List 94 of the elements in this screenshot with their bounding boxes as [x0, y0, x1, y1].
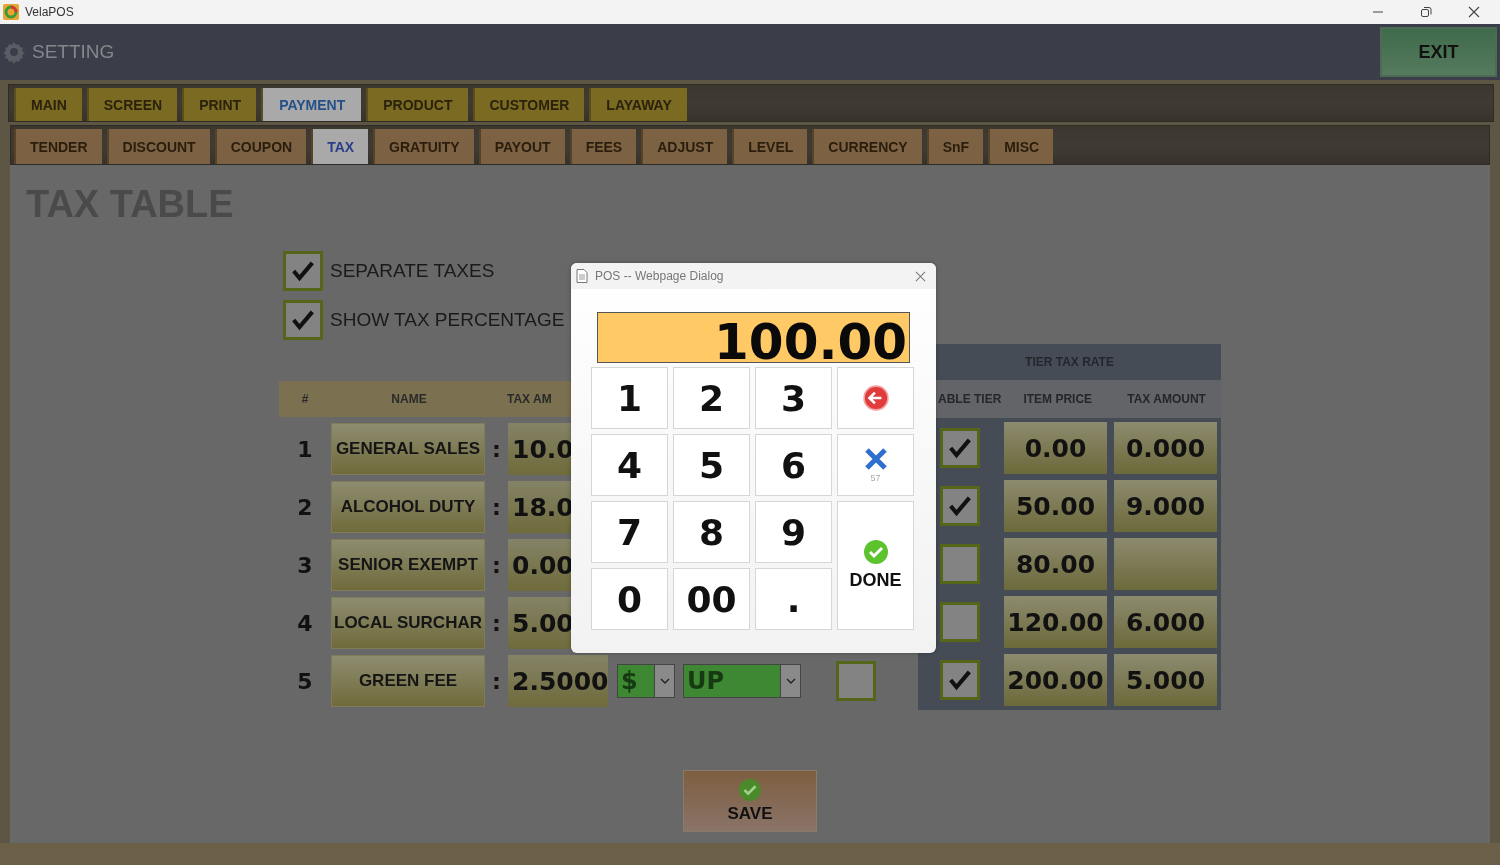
caret-icon	[785, 678, 796, 684]
separator: :	[491, 668, 502, 694]
tax-amount-field[interactable]: 5.000	[1114, 654, 1217, 706]
sub-tab[interactable]: LEVEL	[732, 129, 808, 164]
tax-name-button[interactable]: LOCAL SURCHAR	[331, 597, 485, 649]
sub-tab[interactable]: PAYOUT	[478, 129, 565, 164]
item-price-field[interactable]: 50.00	[1004, 480, 1107, 532]
item-price-field[interactable]: 200.00	[1004, 654, 1107, 706]
restore-icon[interactable]	[1420, 6, 1432, 18]
separator: :	[491, 436, 502, 462]
checkbox[interactable]	[940, 544, 980, 584]
checkbox[interactable]	[940, 602, 980, 642]
main-tab[interactable]: PRINT	[182, 88, 257, 121]
sub-tab[interactable]: COUPON	[214, 129, 307, 164]
done-key[interactable]: DONE	[837, 501, 914, 630]
unit-dropdown[interactable]: $	[617, 664, 675, 698]
column-header: #	[300, 392, 310, 406]
checkbox[interactable]	[940, 428, 980, 468]
screen-title: SETTING	[32, 41, 115, 63]
sub-tab[interactable]: TAX	[311, 129, 369, 164]
item-price-field[interactable]: 80.00	[1004, 538, 1107, 590]
sub-tab[interactable]: CURRENCY	[812, 129, 922, 164]
save-button[interactable]: SAVE	[683, 770, 817, 832]
sub-tab[interactable]: GRATUITY	[373, 129, 474, 164]
main-tab[interactable]: LAYAWAY	[589, 88, 687, 121]
dialog-title: POS -- Webpage Dialog	[595, 269, 724, 283]
backspace-key[interactable]	[837, 367, 914, 429]
tax-amount-field[interactable]: 2.5000	[508, 655, 608, 707]
amount-display: 100.00	[597, 312, 910, 363]
row-number: 4	[296, 610, 314, 636]
sub-tab[interactable]: DISCOUNT	[106, 129, 210, 164]
tax-amount-field[interactable]: 9.000	[1114, 480, 1217, 532]
main-tab[interactable]: CUSTOMER	[472, 88, 585, 121]
keypad-key[interactable]: 9	[755, 501, 832, 563]
check-circle-icon	[863, 540, 888, 564]
row-number: 1	[296, 436, 314, 462]
key-caption: 57	[870, 473, 881, 483]
item-price-field[interactable]: 120.00	[1004, 596, 1107, 648]
sub-tab[interactable]: TENDER	[14, 129, 102, 164]
option-label: SEPARATE TAXES	[330, 260, 495, 282]
tax-name-button[interactable]: GENERAL SALES	[331, 423, 485, 475]
exit-button[interactable]: EXIT	[1380, 27, 1497, 77]
close-icon[interactable]	[1468, 6, 1480, 18]
keypad-key[interactable]: 7	[591, 501, 668, 563]
keypad-key[interactable]: 2	[673, 367, 750, 429]
tax-name-button[interactable]: ALCOHOL DUTY	[331, 481, 485, 533]
main-tab[interactable]: MAIN	[14, 88, 82, 121]
keypad-key[interactable]: 00	[673, 568, 750, 630]
keypad-key[interactable]: 1	[591, 367, 668, 429]
keypad-key[interactable]: 5	[673, 434, 750, 496]
column-header: TAX AMOUNT	[1126, 392, 1207, 406]
keypad-key[interactable]: 4	[591, 434, 668, 496]
column-header: NAME	[390, 392, 428, 406]
item-price-field[interactable]: 0.00	[1004, 422, 1107, 474]
sub-tab[interactable]: SnF	[926, 129, 984, 164]
checkbox[interactable]	[940, 660, 980, 700]
tax-amount-field[interactable]: 0.000	[1114, 422, 1217, 474]
keypad-key[interactable]: 3	[755, 367, 832, 429]
column-header: TAX AM	[507, 392, 552, 406]
sub-tab[interactable]: ADJUST	[641, 129, 728, 164]
keypad-key[interactable]: 8	[673, 501, 750, 563]
separator: :	[491, 610, 502, 636]
sub-tab[interactable]: MISC	[988, 129, 1054, 164]
rounding-dropdown[interactable]: UP	[683, 664, 801, 698]
main-tab[interactable]: SCREEN	[86, 88, 178, 121]
separator: :	[491, 494, 502, 520]
sub-tab[interactable]: FEES	[569, 129, 637, 164]
separator: :	[491, 552, 502, 578]
app-logo-icon	[3, 4, 19, 20]
checkbox[interactable]	[283, 251, 323, 291]
clear-key[interactable]: 57	[837, 434, 914, 496]
document-icon	[576, 269, 588, 283]
checkbox[interactable]	[940, 486, 980, 526]
keypad-key[interactable]: 0	[591, 568, 668, 630]
cross-icon	[863, 447, 888, 471]
main-tab[interactable]: PRODUCT	[366, 88, 468, 121]
tax-name-button[interactable]: GREEN FEE	[331, 655, 485, 707]
main-tab[interactable]: PAYMENT	[261, 88, 362, 121]
check-circle-icon	[739, 778, 761, 801]
checkbox[interactable]	[836, 661, 876, 701]
checkbox[interactable]	[283, 300, 323, 340]
option-label: SHOW TAX PERCENTAGE	[330, 309, 565, 331]
column-header: ABLE TIER	[937, 392, 1003, 406]
row-number: 3	[296, 552, 314, 578]
row-number: 5	[296, 668, 314, 694]
window-title: VelaPOS	[25, 5, 74, 19]
caret-icon	[659, 678, 670, 684]
column-header: ITEM PRICE	[1022, 392, 1094, 406]
row-number: 2	[296, 494, 314, 520]
tax-amount-field[interactable]: 6.000	[1114, 596, 1217, 648]
keypad-key[interactable]: .	[755, 568, 832, 630]
tax-amount-field[interactable]	[1114, 538, 1217, 590]
keypad-key[interactable]: 6	[755, 434, 832, 496]
tax-name-button[interactable]: SENIOR EXEMPT	[331, 539, 485, 591]
